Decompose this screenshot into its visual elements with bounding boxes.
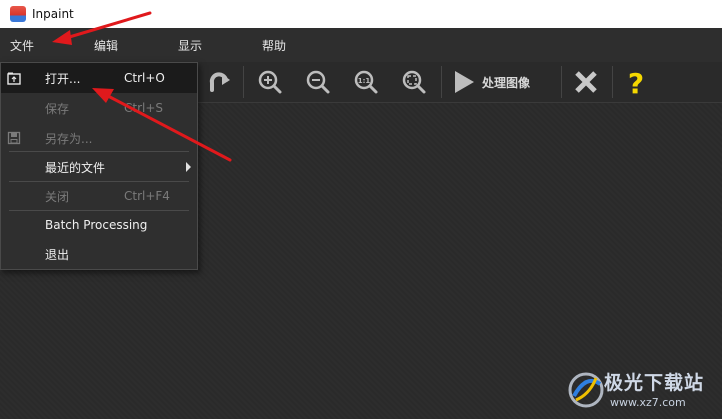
menu-item-save-as[interactable]: 另存为... bbox=[1, 123, 197, 153]
zoom-in-button[interactable] bbox=[254, 66, 286, 98]
menu-item-save-shortcut: Ctrl+S bbox=[124, 101, 164, 115]
menu-edit[interactable]: 编辑 bbox=[94, 28, 118, 62]
help-icon: ? bbox=[628, 67, 644, 97]
menu-item-save-as-label: 另存为... bbox=[45, 131, 93, 146]
file-menu-dropdown: 打开... Ctrl+O 保存 Ctrl+S 另存为... 最近的文件 关闭 C… bbox=[0, 62, 198, 270]
menu-item-close-label: 关闭 bbox=[45, 189, 70, 204]
zoom-out-button[interactable] bbox=[302, 66, 334, 98]
fit-screen-button[interactable] bbox=[398, 66, 430, 98]
watermark: 极光下载站 www.xz7.com bbox=[566, 366, 716, 414]
menu-item-recent-files-label: 最近的文件 bbox=[45, 160, 106, 175]
zoom-out-icon bbox=[306, 70, 330, 94]
menu-item-open[interactable]: 打开... Ctrl+O bbox=[1, 63, 197, 93]
menu-item-close[interactable]: 关闭 Ctrl+F4 bbox=[1, 181, 197, 211]
play-icon bbox=[455, 71, 474, 93]
close-icon bbox=[575, 71, 597, 93]
watermark-url: www.xz7.com bbox=[610, 396, 686, 409]
menu-item-batch-processing-label: Batch Processing bbox=[45, 218, 148, 232]
window-title: Inpaint bbox=[32, 7, 74, 21]
open-folder-icon bbox=[7, 72, 21, 85]
menu-item-exit-label: 退出 bbox=[45, 247, 70, 262]
menu-item-save-label: 保存 bbox=[45, 101, 70, 116]
process-image-label: 处理图像 bbox=[482, 75, 531, 90]
svg-text:1:1: 1:1 bbox=[358, 77, 371, 85]
zoom-actual-button[interactable]: 1:1 bbox=[350, 66, 382, 98]
menu-bar: 文件 编辑 显示 帮助 bbox=[0, 28, 722, 62]
app-icon bbox=[10, 6, 26, 22]
redo-icon bbox=[209, 72, 230, 92]
menu-item-open-label: 打开... bbox=[45, 71, 81, 86]
menu-view[interactable]: 显示 bbox=[178, 28, 202, 62]
submenu-arrow-icon bbox=[186, 162, 191, 172]
redo-button[interactable] bbox=[202, 66, 238, 98]
menu-item-batch-processing[interactable]: Batch Processing bbox=[1, 210, 197, 240]
menu-file[interactable]: 文件 bbox=[10, 28, 34, 62]
fit-screen-icon bbox=[402, 70, 426, 94]
process-image-button[interactable]: 处理图像 bbox=[450, 66, 550, 98]
menu-item-save[interactable]: 保存 Ctrl+S bbox=[1, 93, 197, 123]
watermark-name: 极光下载站 bbox=[604, 372, 705, 394]
help-button[interactable]: ? bbox=[620, 66, 652, 98]
title-bar: Inpaint bbox=[0, 0, 722, 28]
svg-text:?: ? bbox=[628, 67, 644, 97]
menu-help[interactable]: 帮助 bbox=[262, 28, 286, 62]
menu-item-exit[interactable]: 退出 bbox=[1, 239, 197, 269]
close-button[interactable] bbox=[570, 66, 602, 98]
menu-item-open-shortcut: Ctrl+O bbox=[124, 71, 165, 85]
zoom-actual-icon: 1:1 bbox=[354, 70, 378, 94]
menu-item-close-shortcut: Ctrl+F4 bbox=[124, 189, 170, 203]
watermark-logo-icon bbox=[568, 372, 604, 408]
save-icon bbox=[7, 131, 21, 145]
zoom-in-icon bbox=[258, 70, 282, 94]
menu-item-recent-files[interactable]: 最近的文件 bbox=[1, 152, 197, 182]
